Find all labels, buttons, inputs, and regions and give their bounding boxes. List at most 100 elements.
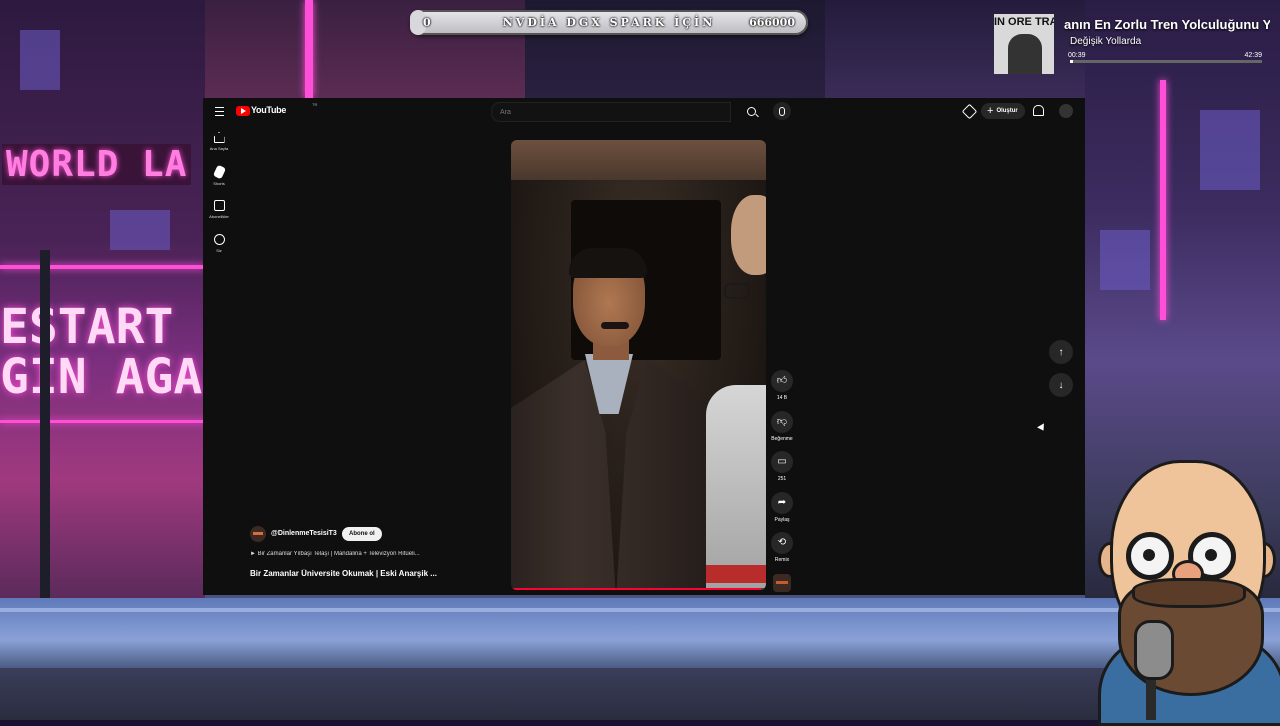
search-button[interactable] [739, 102, 763, 120]
like-button[interactable]: 👍︎ [771, 370, 793, 392]
search-box [491, 102, 731, 122]
short-title[interactable]: Bir Zamanlar Üniversite Okumak | Eski An… [250, 569, 460, 578]
comment-count: 251 [777, 476, 787, 482]
streamer-avatar [1088, 460, 1280, 726]
channel-avatar[interactable] [250, 526, 266, 542]
share-arrow-icon: ➦ [777, 497, 787, 508]
create-button[interactable]: + Oluştur [981, 103, 1025, 119]
now-playing-widget: IN ORE TRA anın En Zorlu Tren Yolculuğun… [994, 14, 1270, 76]
nav-label: Siz [216, 248, 222, 253]
nav-home[interactable]: Ana Sayfa [203, 132, 235, 162]
video-frame-second-person [706, 195, 766, 590]
building-window [110, 210, 170, 250]
you-icon [213, 234, 225, 245]
now-playing-artist: Değişik Yollarda [1070, 36, 1142, 47]
now-playing-current-time: 00:39 [1068, 52, 1086, 59]
sound-channel-thumbnail[interactable] [773, 574, 791, 592]
search-input[interactable] [492, 103, 730, 121]
person-sweater [706, 385, 766, 590]
channel-name[interactable]: @DinlenmeTesisiT3 [271, 530, 337, 537]
video-frame-man [511, 248, 721, 590]
building-window [1100, 230, 1150, 290]
youtube-shorts-window: YouTube TR + Oluştur Ana Sayfa Shorts [203, 98, 1085, 595]
neon-strip [305, 0, 313, 98]
notifications-bell-icon[interactable] [1033, 105, 1044, 116]
sweater-stripe [706, 565, 766, 583]
subscribe-button[interactable]: Abone ol [342, 527, 382, 541]
goal-end-value: 666000 [749, 16, 795, 29]
nav-subscriptions[interactable]: Abonelikler [203, 200, 235, 230]
video-progress-fill [511, 588, 761, 590]
like-action: 👍︎ 14 B [769, 370, 795, 401]
goal-progress-bar: 0 NVDİA DGX SPARK İÇİN 666000 [410, 10, 808, 35]
next-short-button[interactable]: ↓ [1049, 373, 1073, 397]
comments-action: ▭ 251 [769, 451, 795, 482]
avatar-eye [1143, 549, 1155, 561]
sound-link[interactable]: ► Bir Zamanlar Yılbaşı Telaşı | Mandalin… [250, 551, 465, 557]
album-art: IN ORE TRA [994, 14, 1054, 74]
nav-you[interactable]: Siz [203, 234, 235, 264]
person-glasses [724, 283, 750, 299]
sparkle-icon[interactable] [963, 105, 975, 117]
thumbs-up-icon: 👍︎ [776, 375, 788, 386]
now-playing-progress [1070, 60, 1262, 63]
avatar-mustache [1132, 578, 1246, 608]
share-label: Paylaş [774, 517, 790, 523]
man-mustache [601, 322, 629, 329]
microphone-icon [779, 106, 785, 116]
video-frame-wall [511, 140, 766, 180]
thumbs-down-icon: 👎︎ [776, 416, 788, 427]
neon-strip [1160, 80, 1166, 320]
person-head [731, 195, 766, 275]
now-playing-total-time: 42:39 [1244, 52, 1262, 59]
dislike-action: 👎︎ Beğenme [769, 411, 795, 442]
share-action: ➦ Paylaş [769, 492, 795, 523]
now-playing-title: anın En Zorlu Tren Yolculuğunu Ya [1064, 17, 1270, 32]
dislike-label: Beğenme [771, 436, 793, 442]
voice-search-button[interactable] [773, 102, 791, 120]
video-progress-bar[interactable] [511, 588, 766, 590]
remix-button[interactable]: ⟲ [771, 532, 793, 554]
arrow-up-icon: ↑ [1058, 346, 1064, 358]
album-art-figure [1008, 34, 1042, 74]
nav-label: Shorts [213, 181, 225, 186]
share-button[interactable]: ➦ [771, 492, 793, 514]
account-avatar[interactable] [1059, 104, 1073, 118]
dislike-button[interactable]: 👎︎ [771, 411, 793, 433]
home-icon [213, 132, 225, 143]
remix-icon: ⟲ [777, 537, 787, 548]
now-playing-progress-fill [1070, 60, 1073, 63]
like-count: 14 B [776, 395, 788, 401]
avatar-glasses-lens [1126, 532, 1174, 580]
man-hair [569, 248, 647, 278]
nav-shorts[interactable]: Shorts [203, 164, 235, 196]
shorts-video-player[interactable] [511, 140, 766, 590]
nav-label: Abonelikler [209, 214, 229, 219]
create-label: Oluştur [996, 108, 1018, 114]
arrow-down-icon: ↓ [1058, 379, 1064, 391]
neon-strip [0, 420, 205, 423]
nav-label: Ana Sayfa [209, 146, 229, 151]
neon-sign-world: WORLD LA [2, 144, 192, 185]
shorts-icon [212, 164, 226, 180]
remix-action: ⟲ Remix [769, 532, 795, 563]
comments-button[interactable]: ▭ [771, 451, 793, 473]
masthead: YouTube TR + Oluştur [203, 98, 1085, 124]
youtube-region-code: TR [312, 102, 318, 107]
building-window [20, 30, 60, 90]
menu-icon[interactable] [215, 107, 224, 116]
album-art-text: IN ORE TRA [994, 16, 1054, 28]
previous-short-button[interactable]: ↑ [1049, 340, 1073, 364]
youtube-play-icon [236, 106, 250, 116]
remix-label: Remix [774, 557, 790, 563]
avatar-eye [1205, 549, 1217, 561]
microphone [1134, 620, 1174, 680]
search-icon [746, 106, 756, 116]
neon-strip [0, 265, 205, 269]
mic-stand [1146, 674, 1156, 720]
building-window [1200, 110, 1260, 190]
plus-icon: + [987, 104, 994, 117]
subscriptions-icon [213, 200, 225, 211]
comment-icon: ▭ [777, 456, 787, 467]
youtube-logo-text: YouTube [251, 105, 287, 115]
